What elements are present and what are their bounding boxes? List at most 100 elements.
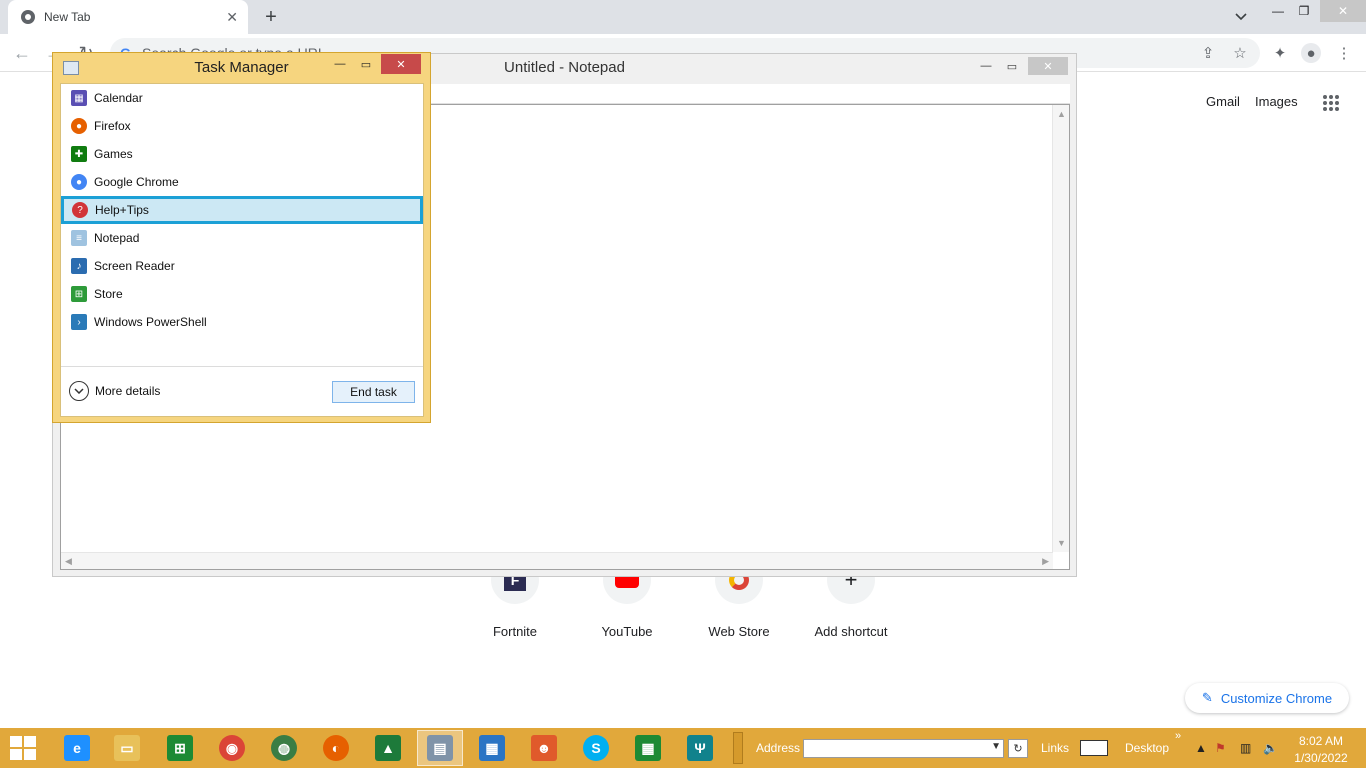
- app-name: Firefox: [94, 119, 131, 133]
- control-panel-icon: ▦: [479, 735, 505, 761]
- task-manager-icon: ▤: [427, 735, 453, 761]
- taskbar-skype[interactable]: S: [573, 730, 619, 766]
- taskbar-file-explorer[interactable]: ▭: [104, 730, 150, 766]
- tm-minimize-button[interactable]: —: [327, 55, 353, 73]
- windows-start-icon[interactable]: [10, 736, 38, 760]
- app-item-google-chrome[interactable]: ● Google Chrome: [61, 168, 423, 196]
- tm-maximize-button[interactable]: ▭: [353, 55, 379, 73]
- pencil-icon: ✎: [1201, 690, 1213, 705]
- chevron-expand-icon[interactable]: »: [1175, 730, 1181, 742]
- taskbar-food[interactable]: Ψ: [677, 730, 723, 766]
- taskbar-network-globe[interactable]: ◍: [261, 730, 307, 766]
- shortcut-label: Web Store: [708, 624, 770, 639]
- back-arrow-icon[interactable]: ←: [10, 41, 34, 65]
- app-name: Windows PowerShell: [94, 315, 207, 329]
- internet-explorer-icon: e: [64, 735, 90, 761]
- file-explorer-icon: ▭: [114, 735, 140, 761]
- gmail-link[interactable]: Gmail: [1206, 94, 1240, 109]
- tm-close-button[interactable]: ✕: [381, 54, 421, 74]
- taskbar-firefox[interactable]: ◐: [313, 730, 359, 766]
- notepad-close-button[interactable]: ✕: [1028, 57, 1068, 75]
- extensions-puzzle-icon[interactable]: ✦: [1270, 43, 1290, 63]
- taskbar-calculator[interactable]: ▦: [625, 730, 671, 766]
- tray-overflow-icon[interactable]: ▲: [1195, 741, 1207, 755]
- screen-reader-icon: ♪: [71, 258, 87, 274]
- clock-date[interactable]: 1/30/2022: [1290, 751, 1352, 765]
- app-name: Google Chrome: [94, 175, 179, 189]
- scroll-up-icon[interactable]: ▲: [1057, 109, 1066, 119]
- scroll-right-icon[interactable]: ▶: [1042, 556, 1049, 567]
- new-tab-button[interactable]: +: [260, 4, 282, 30]
- help-icon: ?: [72, 202, 88, 218]
- chevron-down-icon[interactable]: ▼: [991, 741, 1001, 752]
- customize-chrome-button[interactable]: ✎ Customize Chrome: [1185, 683, 1349, 713]
- app-name: Calendar: [94, 91, 143, 105]
- food-icon: Ψ: [687, 735, 713, 761]
- more-details-label: More details: [95, 384, 161, 398]
- task-manager-footer: More details End task: [61, 366, 423, 416]
- refresh-icon[interactable]: ↻: [1008, 739, 1028, 758]
- horizontal-scrollbar[interactable]: ◀ ▶: [61, 552, 1053, 569]
- app-name: Screen Reader: [94, 259, 175, 273]
- toolbar-grip[interactable]: [733, 732, 743, 764]
- games-icon: ✚: [71, 146, 87, 162]
- scroll-left-icon[interactable]: ◀: [65, 556, 72, 567]
- app-item-firefox[interactable]: ● Firefox: [61, 112, 423, 140]
- app-item-notepad[interactable]: ≡ Notepad: [61, 224, 423, 252]
- chrome-menu-icon[interactable]: ⋮: [1334, 43, 1354, 63]
- customize-chrome-label: Customize Chrome: [1220, 690, 1333, 706]
- app-item-store[interactable]: ⊞ Store: [61, 280, 423, 308]
- app-item-calendar[interactable]: ▦ Calendar: [61, 84, 423, 112]
- scroll-down-icon[interactable]: ▼: [1057, 538, 1066, 548]
- google-apps-icon[interactable]: [1323, 95, 1339, 111]
- calendar-icon: ▦: [71, 90, 87, 106]
- app-item-games[interactable]: ✚ Games: [61, 140, 423, 168]
- tab-new-tab[interactable]: New Tab ✕: [8, 0, 248, 34]
- network-icon[interactable]: ▥: [1240, 741, 1251, 755]
- app-name: Store: [94, 287, 123, 301]
- close-button[interactable]: ✕: [1320, 0, 1366, 22]
- tab-close-icon[interactable]: ✕: [226, 9, 238, 26]
- app-name: Notepad: [94, 231, 140, 245]
- links-label[interactable]: Links: [1041, 741, 1069, 755]
- address-input[interactable]: ▼: [803, 739, 1004, 758]
- address-label: Address: [756, 741, 801, 755]
- clock-time[interactable]: 8:02 AM: [1290, 734, 1352, 748]
- shortcut-label: YouTube: [601, 624, 653, 639]
- notepad-maximize-button[interactable]: ▭: [999, 57, 1025, 75]
- app-item-help-tips[interactable]: ? Help+Tips: [61, 196, 423, 224]
- desktop-label[interactable]: Desktop: [1125, 741, 1169, 755]
- firefox-icon: ●: [71, 118, 87, 134]
- notepad-icon: ≡: [71, 230, 87, 246]
- action-center-flag-icon[interactable]: ⚑: [1215, 741, 1226, 755]
- app-item-screen-reader[interactable]: ♪ Screen Reader: [61, 252, 423, 280]
- taskbar: e ▭ ⊞ ◉ ◍ ◐ ▲ ▤ ▦ ☻ S ▦ Ψ Address ▼ ↻ Li…: [0, 728, 1366, 768]
- app-item-windows-powershell[interactable]: › Windows PowerShell: [61, 308, 423, 336]
- network-globe-icon: ◍: [271, 735, 297, 761]
- taskbar-finance[interactable]: ▲: [365, 730, 411, 766]
- more-details-button[interactable]: More details: [69, 381, 160, 401]
- skype-icon: S: [583, 735, 609, 761]
- touch-keyboard-icon[interactable]: [1080, 740, 1108, 756]
- bookmark-star-icon[interactable]: ☆: [1230, 43, 1250, 63]
- task-manager-body: ▦ Calendar ● Firefox ✚ Games ● Google Ch…: [60, 83, 424, 417]
- taskbar-control-panel[interactable]: ▦: [469, 730, 515, 766]
- store-icon: ⊞: [167, 735, 193, 761]
- taskbar-people[interactable]: ☻: [521, 730, 567, 766]
- volume-muted-icon[interactable]: 🔈: [1263, 741, 1278, 755]
- store-icon: ⊞: [71, 286, 87, 302]
- vertical-scrollbar[interactable]: ▲ ▼: [1052, 105, 1069, 552]
- taskbar-internet-explorer[interactable]: e: [54, 730, 100, 766]
- taskbar-store[interactable]: ⊞: [157, 730, 203, 766]
- taskbar-chrome[interactable]: ◉: [209, 730, 255, 766]
- images-link[interactable]: Images: [1255, 94, 1298, 109]
- notepad-minimize-button[interactable]: —: [973, 57, 999, 75]
- end-task-button[interactable]: End task: [332, 381, 415, 403]
- shortcut-label: Add shortcut: [814, 624, 888, 639]
- profile-avatar-icon[interactable]: ●: [1301, 43, 1321, 63]
- task-manager-window: Task Manager — ▭ ✕ ▦ Calendar ● Firefox …: [52, 52, 431, 423]
- app-list: ▦ Calendar ● Firefox ✚ Games ● Google Ch…: [61, 84, 423, 336]
- taskbar-task-manager[interactable]: ▤: [417, 730, 463, 766]
- share-icon[interactable]: ⇪: [1198, 43, 1218, 63]
- tab-search-chevron-icon[interactable]: [1230, 6, 1252, 28]
